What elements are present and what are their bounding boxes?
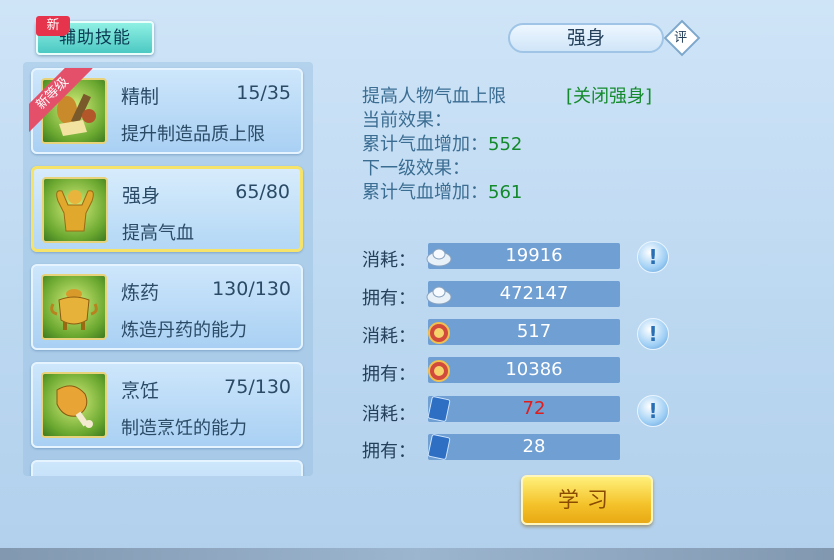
next-effect-value: 561 [488, 182, 523, 203]
silver-ingot-icon [426, 286, 452, 305]
energy-book-icon [427, 396, 451, 422]
new-level-ribbon: 新等级 [29, 68, 99, 138]
cost-label: 消耗： [362, 250, 416, 271]
contribution-info-button[interactable]: ! [637, 318, 669, 350]
cost-label: 消耗： [362, 404, 416, 425]
eval-button[interactable]: 评 [663, 19, 701, 57]
silver-info-button[interactable]: ! [637, 241, 669, 273]
skill-name: 炼药 [121, 282, 160, 304]
alchemy-cauldron-icon [41, 274, 107, 340]
silver-cost-bar: 19916 [426, 243, 620, 269]
skill-level: 15/35 [236, 82, 291, 104]
skill-card-fortify[interactable]: 强身 65/80 提高气血 [31, 166, 303, 252]
skill-title: 强身 [508, 23, 664, 53]
current-effect-value: 552 [488, 134, 523, 155]
skill-level: 130/130 [212, 278, 291, 300]
contribution-medal-icon [428, 360, 450, 382]
contribution-cost-bar: 517 [428, 319, 620, 345]
skill-description: 提高人物气血上限 [362, 86, 506, 107]
roast-leg-icon [41, 372, 107, 438]
muscle-man-icon [42, 177, 108, 243]
skill-list[interactable]: 新等级 精制 15/35 提升制造品质上限 强身 65/80 提高气血 炼药 1… [23, 62, 313, 476]
energy-cost-bar: 72 [427, 396, 620, 422]
skill-name: 精制 [121, 86, 160, 108]
skill-card-cooking[interactable]: 烹饪 75/130 制造烹饪的能力 [31, 362, 303, 448]
silver-owned-bar: 472147 [426, 281, 620, 307]
current-effect-line: 累计气血增加：552 [362, 134, 523, 155]
skill-card-partial[interactable] [31, 460, 303, 476]
skill-desc: 制造烹饪的能力 [121, 418, 247, 439]
contribution-owned-bar: 10386 [428, 357, 620, 383]
energy-book-icon [427, 434, 451, 460]
energy-owned-bar: 28 [427, 434, 620, 460]
next-effect-heading: 下一级效果： [362, 158, 470, 179]
skill-card-crafting[interactable]: 新等级 精制 15/35 提升制造品质上限 [29, 68, 303, 154]
skill-desc: 炼造丹药的能力 [121, 320, 247, 341]
skill-level: 75/130 [224, 376, 291, 398]
skill-level: 65/80 [235, 181, 290, 203]
own-label: 拥有： [362, 364, 416, 385]
skill-desc: 提高气血 [122, 223, 194, 244]
learn-button[interactable]: 学习 [521, 475, 653, 525]
skill-card-alchemy[interactable]: 炼药 130/130 炼造丹药的能力 [31, 264, 303, 350]
next-effect-line: 累计气血增加：561 [362, 182, 523, 203]
skill-name: 烹饪 [121, 380, 160, 402]
silver-ingot-icon [426, 248, 452, 267]
own-label: 拥有： [362, 288, 416, 309]
energy-info-button[interactable]: ! [637, 395, 669, 427]
contribution-medal-icon [428, 322, 450, 344]
skill-desc: 提升制造品质上限 [121, 124, 265, 145]
current-effect-heading: 当前效果： [362, 110, 452, 131]
new-badge: 新 [36, 16, 70, 36]
skill-name: 强身 [122, 185, 161, 207]
own-label: 拥有： [362, 441, 416, 462]
skill-panel: 辅助技能 新 新等级 精制 15/35 提升制造品质上限 强身 65/80 提高… [0, 0, 834, 560]
toggle-fortify-link[interactable]: [关闭强身] [566, 82, 652, 108]
cost-label: 消耗： [362, 326, 416, 347]
